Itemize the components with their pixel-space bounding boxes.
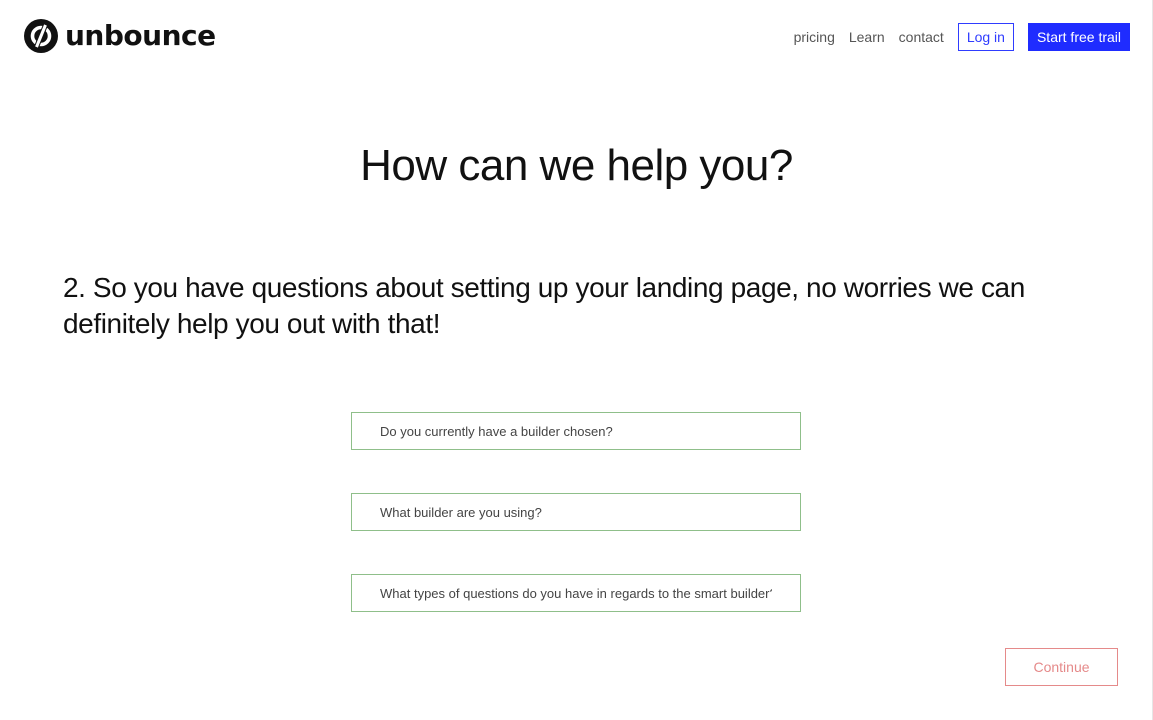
nav-link-contact[interactable]: contact bbox=[899, 23, 944, 51]
brand-logo[interactable]: unbounce bbox=[23, 18, 216, 54]
login-button[interactable]: Log in bbox=[957, 23, 1014, 51]
builder-chosen-field[interactable] bbox=[351, 412, 801, 450]
smart-builder-questions-field[interactable] bbox=[351, 574, 801, 612]
start-free-trial-button[interactable]: Start free trail bbox=[1027, 23, 1130, 51]
builder-using-field[interactable] bbox=[351, 493, 801, 531]
step-heading: 2. So you have questions about setting u… bbox=[63, 272, 1025, 339]
brand-name: unbounce bbox=[65, 19, 216, 52]
nav-link-pricing[interactable]: pricing bbox=[794, 23, 835, 51]
page-title: How can we help you? bbox=[360, 141, 793, 190]
top-nav: pricing Learn contact Log in Start free … bbox=[794, 23, 1130, 51]
continue-button[interactable]: Continue bbox=[1005, 648, 1118, 686]
page: unbounce pricing Learn contact Log in St… bbox=[0, 0, 1153, 720]
nav-link-learn[interactable]: Learn bbox=[849, 23, 885, 51]
unbounce-logo-icon bbox=[24, 19, 58, 53]
